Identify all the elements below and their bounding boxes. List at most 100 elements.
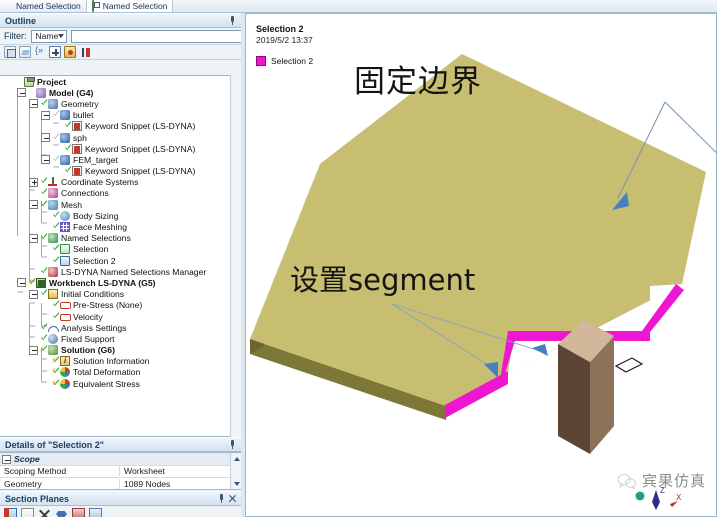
tree-item-fixed-support[interactable]: Fixed Support: [0, 333, 241, 344]
filter-search-input[interactable]: [71, 29, 255, 43]
refresh-icon[interactable]: [4, 46, 16, 58]
tree-item-connections[interactable]: Connections: [0, 188, 241, 199]
details-row[interactable]: Geometry 1089 Nodes: [0, 478, 241, 489]
collapse-icon[interactable]: [29, 345, 38, 355]
pin-icon[interactable]: [227, 15, 238, 26]
outline-filter-row: Filter: Name: [0, 28, 255, 45]
tree-item-keyword-snippet-ls-dyna[interactable]: Keyword Snippet (LS-DYNA): [0, 121, 241, 132]
tree-item-label: Named Selections: [61, 233, 131, 244]
tree-item-label: Initial Conditions: [61, 289, 125, 300]
sort-icon[interactable]: [79, 46, 91, 58]
graphics-viewport[interactable]: Selection 2 2019/5/2 13:37 Selection 2 固…: [245, 13, 717, 517]
tree-item-label: Pre-Stress (None): [73, 300, 143, 311]
tree-item-analysis-settings[interactable]: Analysis Settings: [0, 322, 241, 333]
outline-scrollbar[interactable]: [230, 75, 241, 437]
details-section-header[interactable]: Scope: [0, 453, 241, 466]
details-grid[interactable]: Scope Scoping Method Worksheet Geometry 1089…: [0, 452, 241, 490]
tree-item-workbench-ls-dyna-g5[interactable]: ⚡ Workbench LS-DYNA (G5): [0, 277, 241, 288]
project-icon: [24, 76, 35, 87]
shaded-exterior-icon[interactable]: [19, 46, 31, 58]
checkmark-icon: [52, 301, 59, 309]
details-property-value[interactable]: 1089 Nodes: [120, 479, 241, 489]
tree-item-keyword-snippet-ls-dyna[interactable]: Keyword Snippet (LS-DYNA): [0, 143, 241, 154]
tree-expander-placeholder: [29, 267, 38, 276]
delete-section-plane-icon[interactable]: [38, 508, 51, 517]
tree-item-named-selections[interactable]: Named Selections: [0, 233, 241, 244]
show-whole-elements-icon[interactable]: [55, 508, 68, 517]
body-icon: [60, 110, 70, 121]
wireframe-icon[interactable]: [34, 45, 46, 58]
pin-icon[interactable]: [216, 493, 227, 504]
tree-item-coordinate-systems[interactable]: Coordinate Systems: [0, 177, 241, 188]
tree-item-keyword-snippet-ls-dyna[interactable]: Keyword Snippet (LS-DYNA): [0, 166, 241, 177]
tree-expander-placeholder: [29, 334, 38, 343]
tree-expander-placeholder: [53, 167, 62, 176]
section-planes-header: Section Planes: [0, 491, 241, 506]
collapse-icon[interactable]: [17, 278, 26, 288]
tab-named-selection-2[interactable]: Named Selection: [86, 0, 174, 12]
tree-item-solution-g6[interactable]: ⚡ Solution (G6): [0, 344, 241, 356]
tree-item-ls-dyna-named-selections-manager[interactable]: LS-DYNA Named Selections Manager: [0, 266, 241, 277]
collapse-icon[interactable]: [2, 455, 11, 464]
filter-select[interactable]: Name: [30, 29, 68, 43]
collapse-icon[interactable]: [17, 88, 26, 98]
edit-section-plane-icon[interactable]: [89, 507, 102, 517]
details-property-value[interactable]: Worksheet: [120, 466, 241, 476]
result-icon: [60, 367, 70, 378]
collapse-icon[interactable]: [41, 155, 50, 165]
checkmark-icon: [52, 313, 59, 321]
collapse-icon[interactable]: [41, 133, 50, 143]
chevron-down-icon: [58, 34, 65, 38]
collapse-icon[interactable]: [29, 200, 38, 210]
tree-item-geometry[interactable]: Geometry: [0, 98, 241, 109]
tree-item-fem-target[interactable]: FEM_target: [0, 154, 241, 165]
pin-icon[interactable]: [227, 439, 238, 450]
expand-icon[interactable]: [29, 177, 38, 187]
tree-item-selection-2[interactable]: Selection 2: [0, 255, 241, 266]
connections-icon: [48, 188, 58, 199]
collapse-icon[interactable]: [29, 99, 38, 109]
checkmark-icon: [40, 268, 47, 276]
expand-all-icon[interactable]: [49, 46, 61, 58]
tree-item-velocity[interactable]: Velocity: [0, 311, 241, 322]
tree-item-project[interactable]: Project: [0, 76, 241, 87]
legend-item: Selection 2: [256, 56, 313, 66]
named-selections-icon: [48, 233, 58, 244]
collapse-icon[interactable]: [29, 289, 38, 299]
coordinate-triad[interactable]: Z X: [626, 484, 686, 514]
tree-item-solution-information[interactable]: ⚡ Solution Information: [0, 355, 241, 367]
scroll-up-icon[interactable]: [231, 453, 241, 464]
outline-tree[interactable]: Project Model (G4) Geometry bullet Keyword S…: [0, 75, 241, 437]
cap-display-icon[interactable]: [72, 507, 85, 517]
tree-item-label: Fixed Support: [61, 333, 115, 344]
coordinate-systems-icon: [48, 177, 58, 187]
tree-item-model-g4[interactable]: Model (G4): [0, 87, 241, 98]
collapse-icon[interactable]: [41, 110, 50, 120]
tree-item-label: Workbench LS-DYNA (G5): [49, 277, 156, 288]
duplicate-section-plane-icon[interactable]: [21, 507, 34, 517]
close-icon[interactable]: [227, 493, 238, 504]
tree-item-pre-stress-none[interactable]: Pre-Stress (None): [0, 300, 241, 311]
tree-item-initial-conditions[interactable]: Initial Conditions: [0, 289, 241, 300]
legend-timestamp: 2019/5/2 13:37: [256, 35, 313, 45]
pre-stress-icon: [60, 300, 71, 310]
tree-item-total-deformation[interactable]: ⚡ Total Deformation: [0, 366, 241, 378]
named-selection-icon: [91, 0, 101, 12]
details-scrollbar[interactable]: [230, 453, 241, 489]
legend-item-label: Selection 2: [271, 56, 314, 66]
tree-item-mesh[interactable]: Mesh: [0, 199, 241, 210]
tree-item-sph[interactable]: sph: [0, 132, 241, 143]
tree-item-selection[interactable]: Selection: [0, 244, 241, 255]
tree-item-body-sizing[interactable]: Body Sizing: [0, 210, 241, 221]
checkmark-icon: [52, 212, 59, 220]
collapse-icon[interactable]: [29, 233, 38, 243]
tree-item-face-meshing[interactable]: Face Meshing: [0, 221, 241, 233]
tree-item-equivalent-stress[interactable]: ⚡ Equivalent Stress: [0, 378, 241, 389]
new-section-plane-icon[interactable]: [4, 507, 17, 517]
tree-item-bullet[interactable]: bullet: [0, 110, 241, 121]
tab-named-selection-1[interactable]: Named Selection: [0, 0, 87, 12]
details-row[interactable]: Scoping Method Worksheet: [0, 466, 241, 478]
scroll-down-icon[interactable]: [231, 478, 241, 489]
tab-label: Named Selection: [102, 0, 168, 11]
show-hidden-bodies-icon[interactable]: [64, 46, 76, 58]
